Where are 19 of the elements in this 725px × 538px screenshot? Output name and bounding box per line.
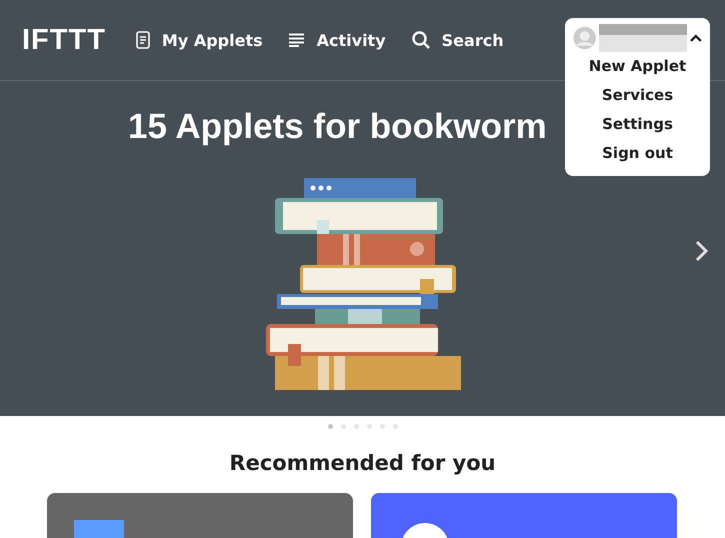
section-heading: Recommended for you: [228, 451, 497, 475]
menu-item[interactable]: Services: [602, 81, 674, 110]
search-icon: [412, 31, 430, 49]
hero-title: 15 Applets for bookworm: [127, 107, 547, 147]
nav-link[interactable]: Activity: [288, 30, 386, 50]
carousel-dot[interactable]: [328, 424, 332, 429]
menu-item[interactable]: Sign out: [602, 139, 673, 168]
menu-item[interactable]: New Applet: [588, 52, 686, 81]
nav-link[interactable]: Search: [412, 30, 504, 50]
logo[interactable]: IFTTT: [22, 24, 106, 56]
avatar-icon: [573, 26, 596, 50]
nav-link[interactable]: My Applets: [136, 30, 263, 50]
chevron-up-icon[interactable]: [690, 34, 702, 42]
menu-item[interactable]: Settings: [602, 110, 673, 139]
document-icon: [136, 31, 150, 49]
list-icon: [288, 33, 305, 47]
applet-card[interactable]: [47, 493, 353, 538]
applet-card[interactable]: [371, 493, 677, 538]
chevron-right-icon[interactable]: [695, 240, 709, 262]
